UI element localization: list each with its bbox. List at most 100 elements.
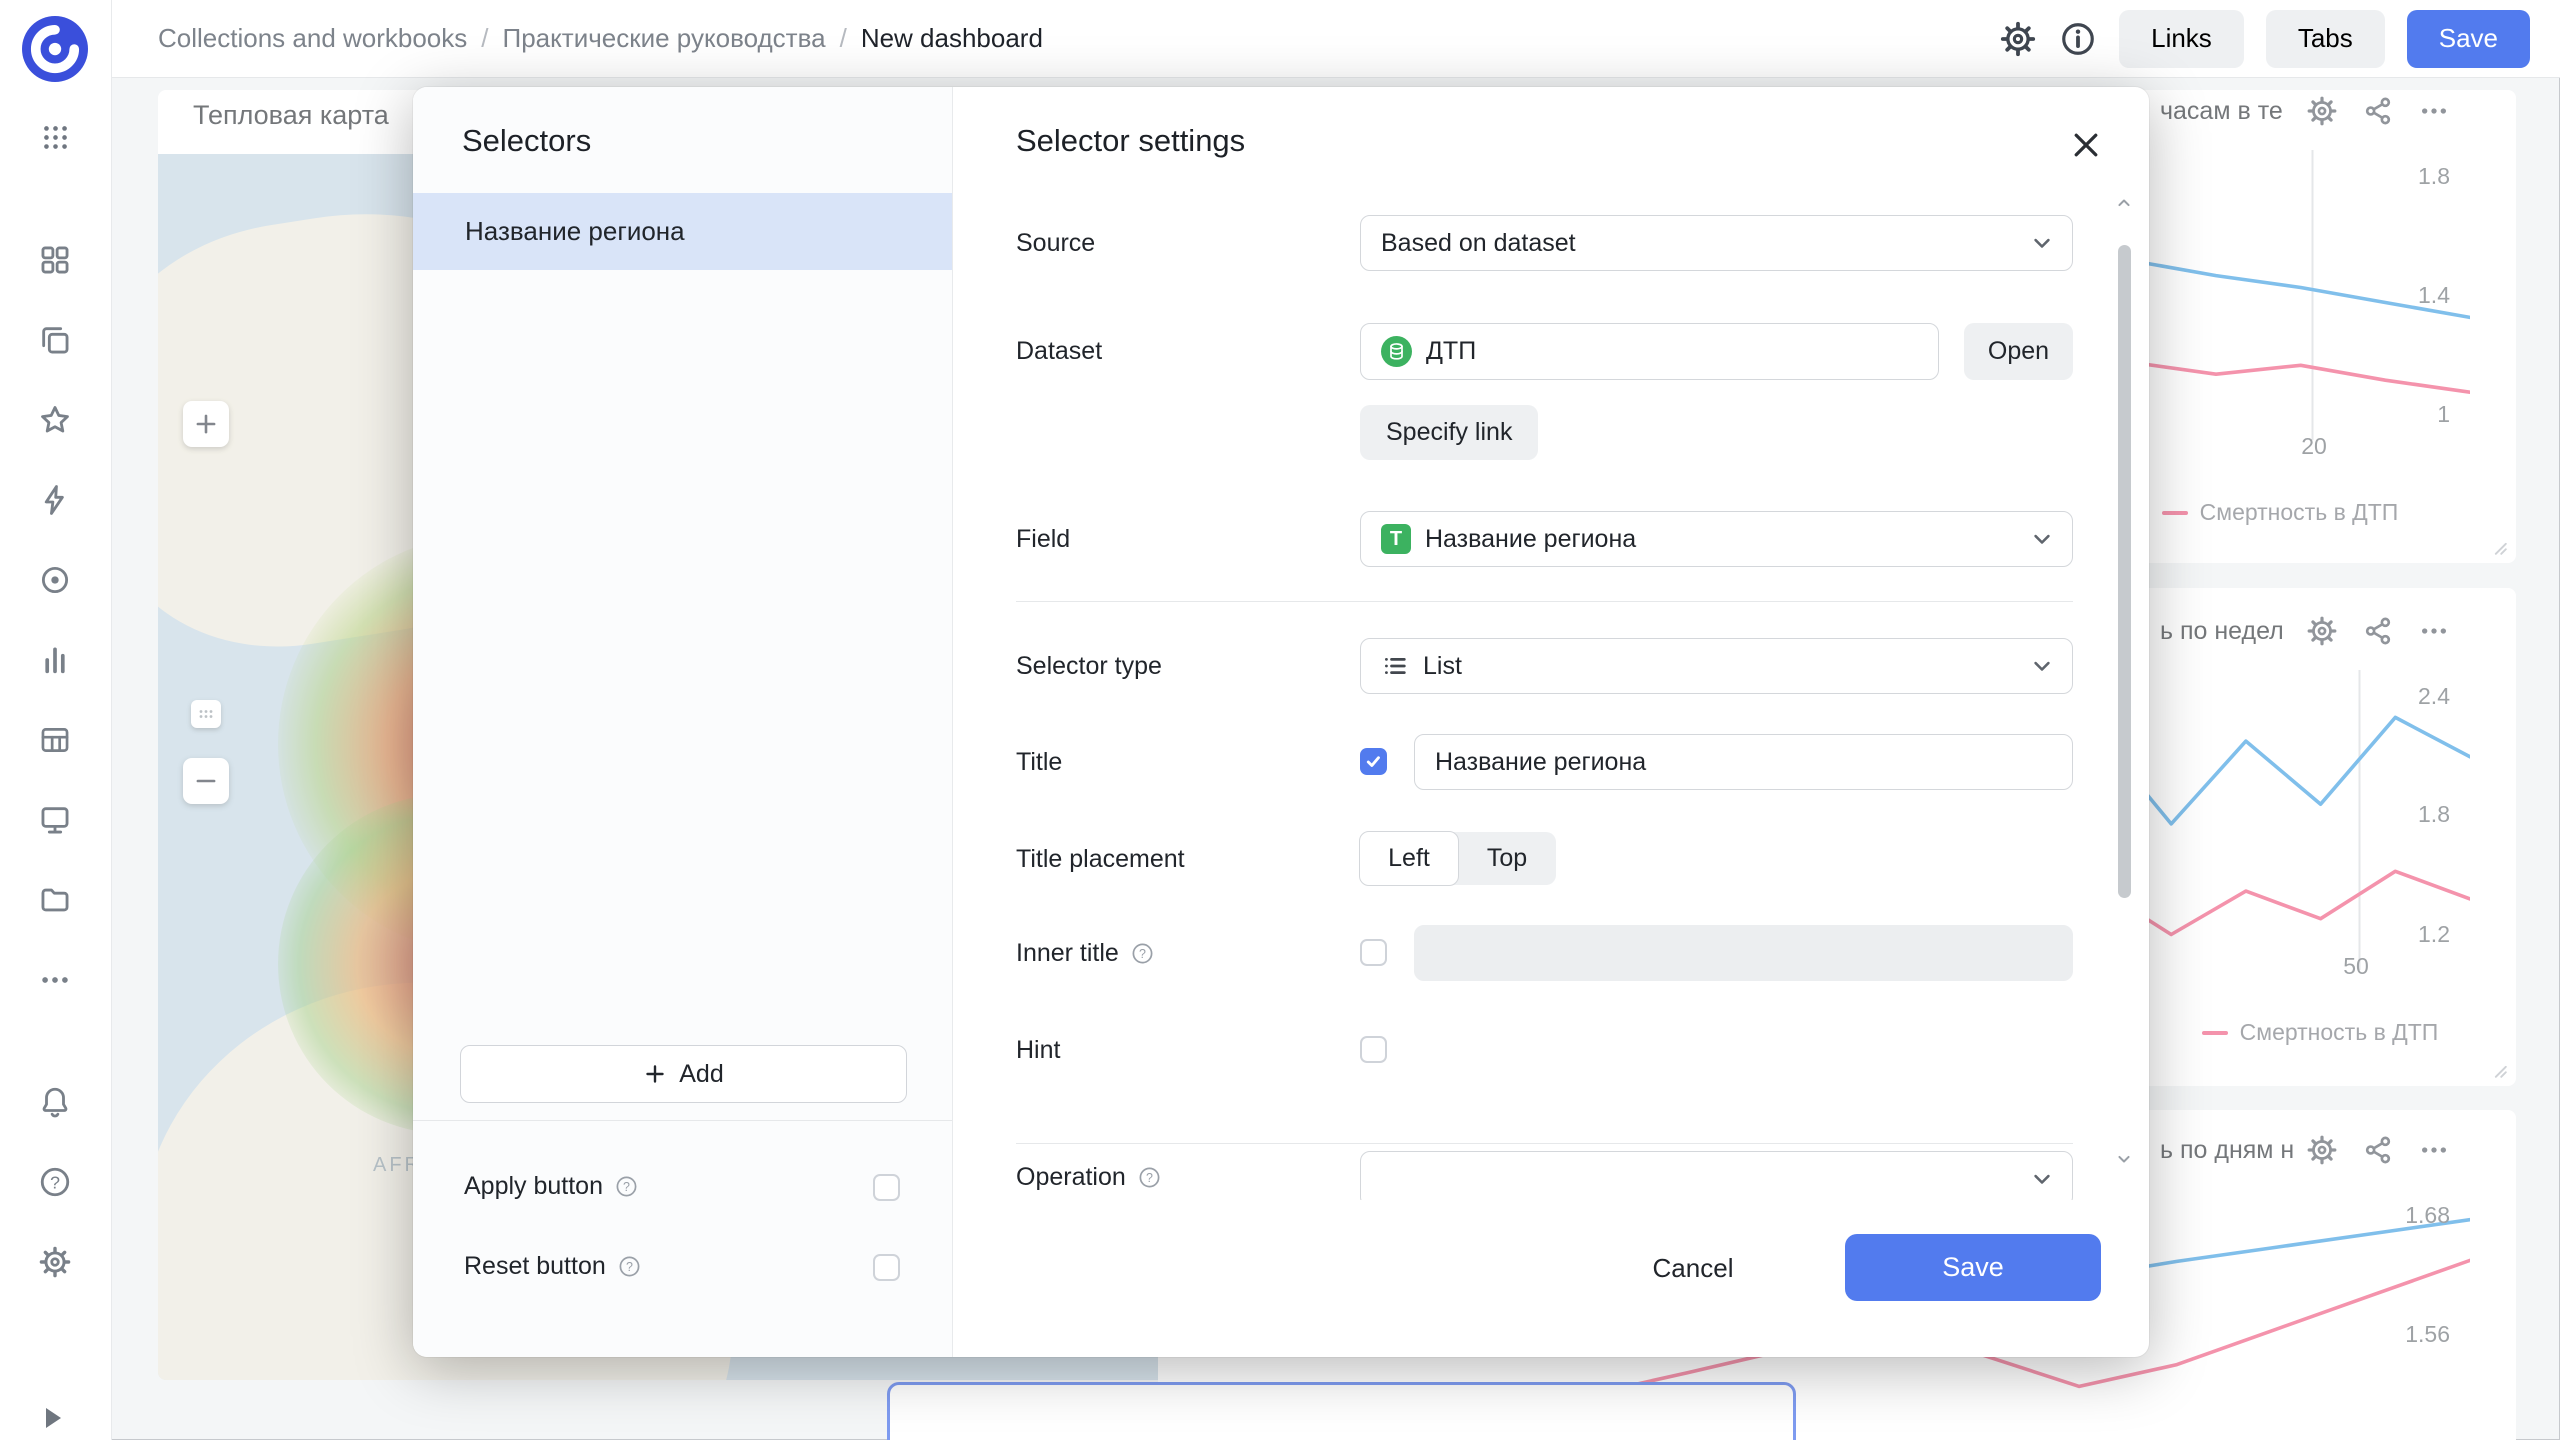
string-field-type-icon: T <box>1381 524 1411 554</box>
add-selector-label: Add <box>679 1060 723 1089</box>
scroll-down-icon[interactable] <box>2114 1149 2134 1169</box>
sidebar-item-datasets[interactable] <box>38 723 72 757</box>
field-select-value: Название региона <box>1425 525 1636 554</box>
help-circle-icon[interactable]: ? <box>615 1175 638 1198</box>
close-icon[interactable] <box>2068 127 2104 163</box>
reset-button-checkbox[interactable] <box>873 1254 900 1281</box>
form-divider <box>1016 601 2073 602</box>
sidebar-item-more[interactable] <box>38 963 72 997</box>
chevron-down-icon <box>2028 229 2056 257</box>
hint-label-text: Hint <box>1016 1036 1060 1065</box>
tabs-button[interactable]: Tabs <box>2266 10 2385 68</box>
inner-title-checkbox[interactable] <box>1360 939 1387 966</box>
plus-icon <box>643 1062 667 1086</box>
scrollbar-thumb[interactable] <box>2118 245 2131 898</box>
sidebar-item-monitoring[interactable] <box>38 563 72 597</box>
form-divider <box>1016 1143 2073 1144</box>
sidebar-item-charts[interactable] <box>38 643 72 677</box>
list-type-icon <box>1381 652 1409 680</box>
links-button[interactable]: Links <box>2119 10 2244 68</box>
reset-button-row: Reset button ? <box>464 1252 641 1281</box>
operation-select[interactable] <box>1360 1151 2073 1200</box>
inner-title-input <box>1414 925 2073 981</box>
sidebar-item-help[interactable]: ? <box>38 1165 72 1199</box>
svg-text:?: ? <box>1139 946 1146 960</box>
sidebar-item-editor[interactable] <box>38 483 72 517</box>
apply-button-checkbox[interactable] <box>873 1174 900 1201</box>
source-label-text: Source <box>1016 229 1095 258</box>
title-input-value: Название региона <box>1435 748 1646 777</box>
placement-option-top[interactable]: Top <box>1458 832 1556 885</box>
add-selector-button[interactable]: Add <box>460 1045 907 1103</box>
dataset-field[interactable]: ДТП <box>1360 323 1939 380</box>
save-selector-button[interactable]: Save <box>1845 1234 2101 1301</box>
hint-label: Hint <box>1016 1035 1060 1065</box>
source-select[interactable]: Based on dataset <box>1360 215 2073 271</box>
dataset-label: Dataset <box>1016 336 1102 366</box>
title-label: Title <box>1016 747 1062 777</box>
sidebar-item-notifications[interactable] <box>38 1085 72 1119</box>
selectors-list-panel: Selectors Название региона Add Apply but… <box>413 87 953 1357</box>
title-label-text: Title <box>1016 748 1062 777</box>
app-root: Тепловая карта AFRICA часам в те 1.8 1.4 <box>0 0 2560 1440</box>
hint-checkbox[interactable] <box>1360 1036 1387 1063</box>
selector-type-label-text: Selector type <box>1016 652 1162 681</box>
sidebar-item-favorites[interactable] <box>38 403 72 437</box>
sidebar-expand-icon[interactable] <box>46 1408 61 1428</box>
placement-option-left[interactable]: Left <box>1359 831 1459 886</box>
title-checkbox[interactable] <box>1360 748 1387 775</box>
info-icon[interactable] <box>2059 20 2097 58</box>
breadcrumb-item-workbook[interactable]: Практические руководства <box>503 23 826 54</box>
selector-list-item-selected[interactable]: Название региона <box>413 193 952 270</box>
help-circle-icon[interactable]: ? <box>1138 1166 1161 1189</box>
apply-button-label: Apply button <box>464 1172 603 1201</box>
selector-list-item-label: Название региона <box>465 216 685 247</box>
source-select-value: Based on dataset <box>1381 229 1576 258</box>
operation-label-text: Operation <box>1016 1163 1126 1192</box>
breadcrumb-item-collections[interactable]: Collections and workbooks <box>158 23 467 54</box>
datalens-logo[interactable] <box>22 16 88 82</box>
topbar-header: Collections and workbooks / Практические… <box>111 0 2560 78</box>
title-placement-label-text: Title placement <box>1016 845 1185 874</box>
help-circle-icon[interactable]: ? <box>1131 942 1154 965</box>
svg-text:?: ? <box>50 1172 60 1192</box>
breadcrumb-separator: / <box>481 23 488 54</box>
specify-link-button[interactable]: Specify link <box>1360 405 1538 460</box>
scroll-up-icon[interactable] <box>2114 193 2134 213</box>
settings-scroll-area: Source Based on dataset Dataset ДТП Open… <box>952 187 2149 1200</box>
title-input[interactable]: Название региона <box>1414 734 2073 790</box>
left-panel-divider <box>413 1120 952 1121</box>
field-label-text: Field <box>1016 525 1070 554</box>
inner-title-label-text: Inner title <box>1016 939 1119 968</box>
breadcrumb-separator: / <box>840 23 847 54</box>
sidebar-item-workbooks[interactable] <box>38 323 72 357</box>
help-circle-icon[interactable]: ? <box>618 1255 641 1278</box>
sidebar: ? <box>0 0 112 1440</box>
selector-settings-title: Selector settings <box>1016 123 1245 159</box>
sidebar-item-settings[interactable] <box>38 1245 72 1279</box>
all-services-grid-icon[interactable] <box>40 122 71 153</box>
selectors-dialog: Selectors Название региона Add Apply but… <box>413 87 2149 1357</box>
sidebar-item-dashboards[interactable] <box>38 243 72 277</box>
dataset-name: ДТП <box>1426 337 1476 366</box>
apply-button-row: Apply button ? <box>464 1172 638 1201</box>
selector-type-label: Selector type <box>1016 651 1162 681</box>
selector-type-select[interactable]: List <box>1360 638 2073 694</box>
title-placement-label: Title placement <box>1016 844 1185 874</box>
selector-type-value: List <box>1423 652 1462 681</box>
sidebar-item-presentations[interactable] <box>38 803 72 837</box>
field-select[interactable]: T Название региона <box>1360 511 2073 567</box>
chevron-down-icon <box>2028 1165 2056 1193</box>
cancel-button[interactable]: Cancel <box>1628 1238 1758 1298</box>
chevron-down-icon <box>2028 525 2056 553</box>
check-icon <box>1364 752 1383 771</box>
dataset-label-text: Dataset <box>1016 337 1102 366</box>
svg-text:?: ? <box>623 1180 630 1194</box>
selectors-panel-title: Selectors <box>462 123 591 159</box>
field-label: Field <box>1016 524 1070 554</box>
dashboard-settings-gear-icon[interactable] <box>1999 20 2037 58</box>
save-dashboard-button[interactable]: Save <box>2407 10 2530 68</box>
open-dataset-button[interactable]: Open <box>1964 323 2073 380</box>
title-placement-segmented: Left Top <box>1360 832 1556 885</box>
sidebar-item-storage[interactable] <box>38 883 72 917</box>
